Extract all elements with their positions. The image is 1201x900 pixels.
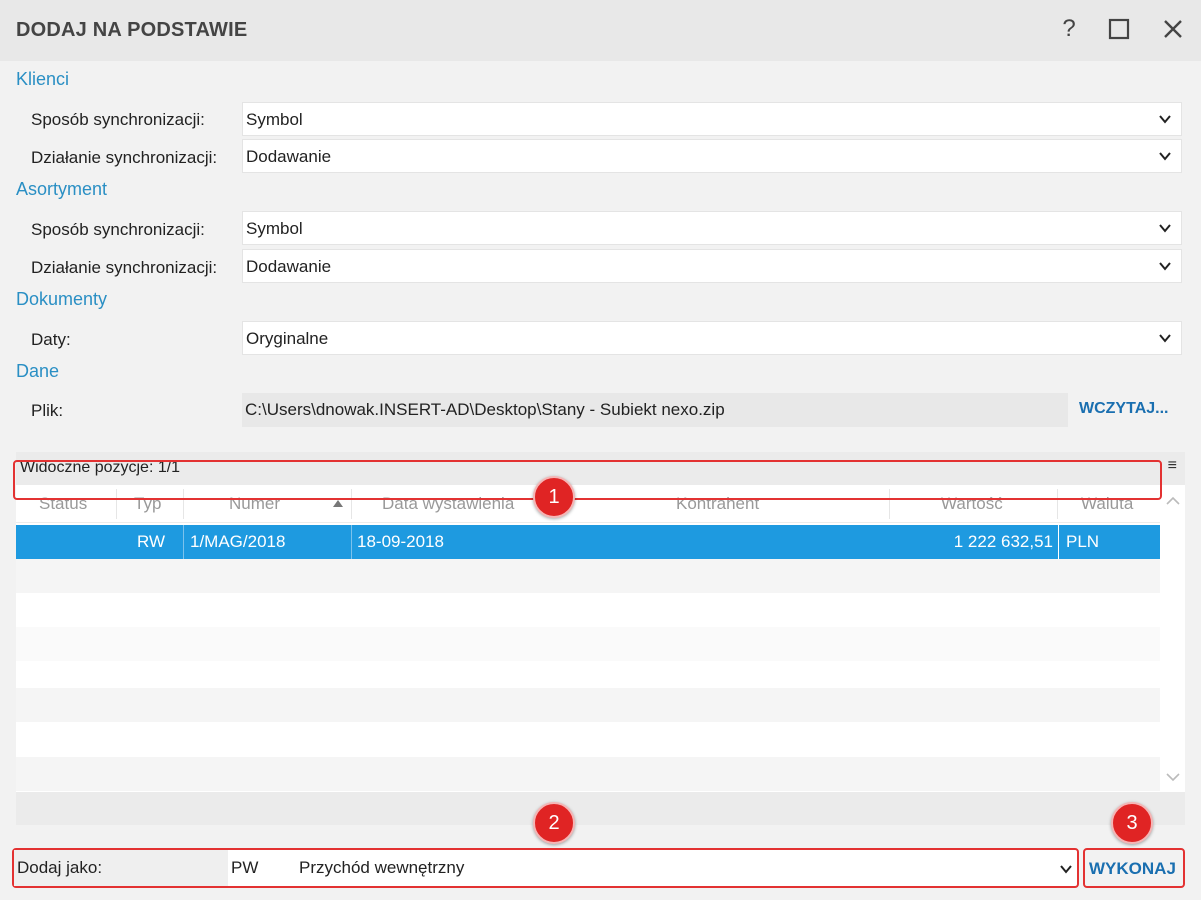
scroll-down-icon[interactable] [1166,772,1180,782]
asortyment-dzialanie-label: Działanie synchronizacji: [31,258,218,277]
asortyment-dzialanie-value: Dodawanie [246,257,332,276]
execute-button-frame: WYKONAJ [1083,848,1185,888]
callout-badge-3: 3 [1111,802,1153,844]
section-dane-heading: Dane [16,361,60,381]
vertical-scrollbar[interactable] [1160,485,1185,792]
add-as-code: PW [231,858,259,877]
title-bar: DODAJ NA PODSTAWIE ? [0,0,1201,61]
section-asortyment-heading: Asortyment [16,179,108,199]
dialog-body: Klienci Sposób synchronizacji: Symbol Dz… [0,61,1201,900]
sort-ascending-icon [333,500,343,507]
column-header-data[interactable]: Data wystawienia [382,494,514,514]
plik-label: Plik: [31,401,64,420]
close-button[interactable] [1158,14,1188,44]
cell-waluta: PLN [1066,532,1100,551]
add-as-name: Przychód wewnętrzny [299,858,465,877]
column-menu-icon[interactable]: ≡ [1168,457,1177,475]
klienci-dzialanie-select[interactable]: Dodawanie [242,139,1182,173]
klienci-sposob-select[interactable]: Symbol [242,102,1182,136]
grid-footer [16,792,1185,825]
section-klienci-heading: Klienci [16,69,70,89]
asortyment-sposob-select[interactable]: Symbol [242,211,1182,245]
plik-value: C:\Users\dnowak.INSERT-AD\Desktop\Stany … [245,400,725,419]
grid-header: Status Typ Numer Data wystawienia Kontra… [16,485,1160,523]
chevron-down-icon [1159,334,1171,343]
table-row[interactable]: RW 1/MAG/2018 18-09-2018 1 222 632,51 PL… [16,525,1160,559]
callout-badge-2: 2 [533,802,575,844]
scroll-up-icon[interactable] [1166,496,1180,506]
empty-row [16,559,1160,593]
column-header-numer[interactable]: Numer [229,494,280,514]
daty-label: Daty: [31,330,71,349]
window-title: DODAJ NA PODSTAWIE [16,19,248,41]
asortyment-dzialanie-select[interactable]: Dodawanie [242,249,1182,283]
column-header-kontrahent[interactable]: Kontrahent [676,494,759,514]
column-header-status[interactable]: Status [39,494,87,514]
klienci-dzialanie-label: Działanie synchronizacji: [31,148,218,167]
chevron-down-icon [1159,152,1171,161]
chevron-down-icon [1159,115,1171,124]
cell-typ: RW [137,532,166,551]
chevron-down-icon [1159,262,1171,271]
chevron-down-icon [1060,865,1072,874]
grid-toolbar: Widoczne pozycje: 1/1 ≡ [16,452,1185,485]
empty-row [16,757,1160,791]
asortyment-sposob-label: Sposób synchronizacji: [31,220,205,239]
help-button[interactable]: ? [1054,14,1084,44]
add-as-select[interactable]: Dodaj jako: PW Przychód wewnętrzny [12,848,1079,888]
klienci-dzialanie-value: Dodawanie [246,147,332,166]
close-icon [1164,20,1182,38]
maximize-button[interactable] [1104,14,1134,44]
add-as-label: Dodaj jako: [17,858,103,877]
asortyment-sposob-value: Symbol [246,219,303,238]
column-header-wartosc[interactable]: Wartość [941,494,1003,514]
maximize-icon [1108,18,1130,40]
cell-wartosc: 1 222 632,51 [953,532,1053,551]
empty-row [16,627,1160,661]
empty-row [16,688,1160,722]
chevron-down-icon [1159,224,1171,233]
cell-data: 18-09-2018 [357,532,444,551]
execute-button[interactable]: WYKONAJ [1089,859,1176,879]
help-icon: ? [1062,15,1076,42]
klienci-sposob-label: Sposób synchronizacji: [31,110,205,129]
cell-numer: 1/MAG/2018 [190,532,286,551]
daty-select[interactable]: Oryginalne [242,321,1182,355]
daty-value: Oryginalne [246,329,329,348]
visible-count-label: Widoczne pozycje: 1/1 [20,459,181,476]
callout-badge-1: 1 [533,476,575,518]
klienci-sposob-value: Symbol [246,110,303,129]
documents-grid: Status Typ Numer Data wystawienia Kontra… [16,485,1185,792]
section-dokumenty-heading: Dokumenty [16,289,108,309]
column-header-typ[interactable]: Typ [134,494,161,514]
load-file-button[interactable]: WCZYTAJ... [1079,400,1168,418]
plik-field[interactable]: C:\Users\dnowak.INSERT-AD\Desktop\Stany … [242,393,1068,427]
column-header-waluta[interactable]: Waluta [1081,494,1133,514]
